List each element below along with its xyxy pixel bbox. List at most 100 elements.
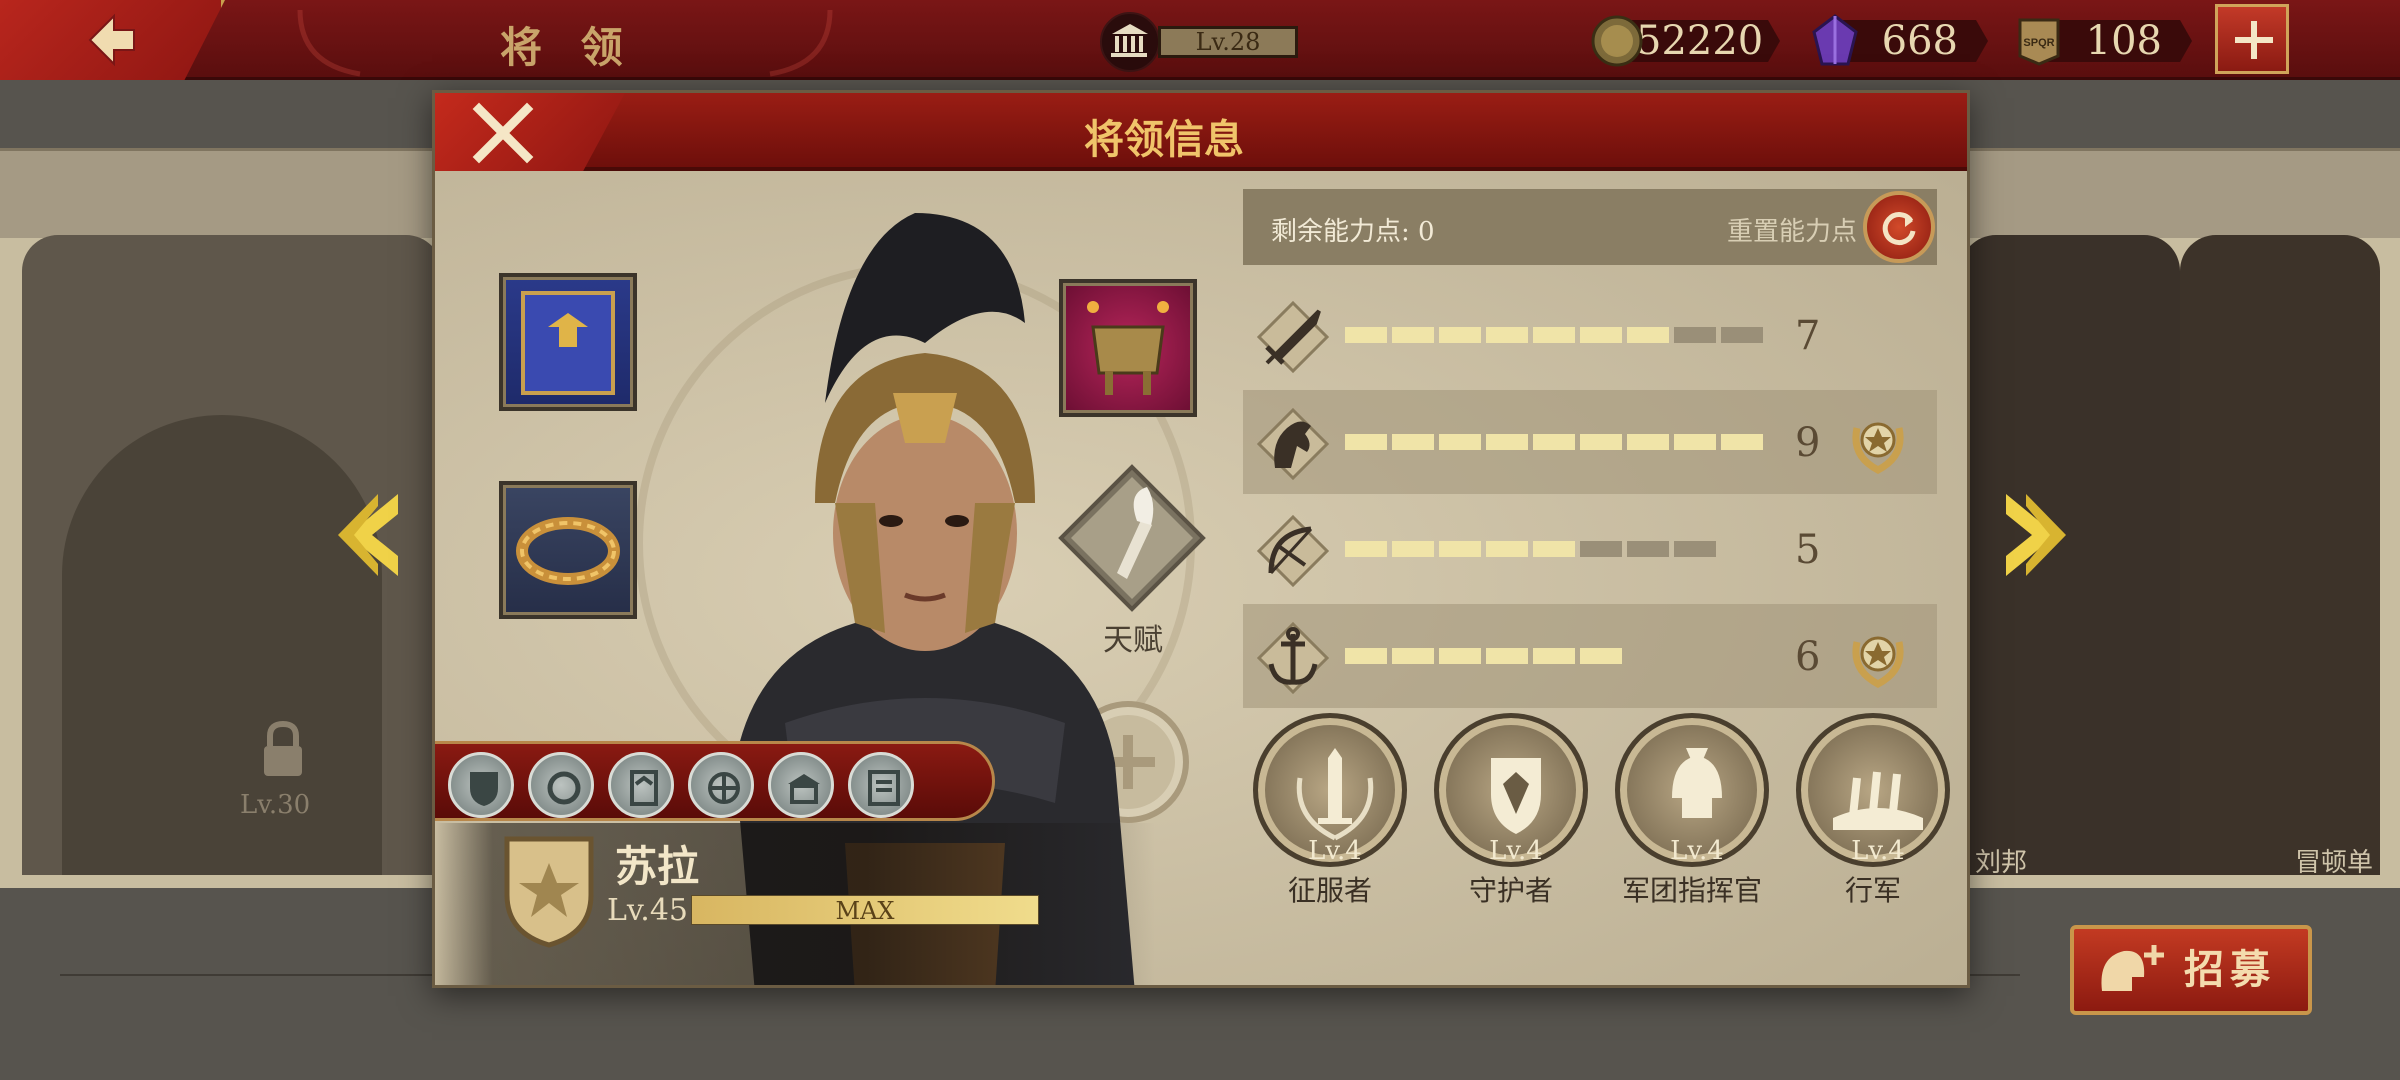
stat-segment [1486,541,1528,557]
stat-segment [1627,541,1669,557]
stat-segment [1392,648,1434,664]
stat-segment [1345,327,1387,343]
add-resource-button[interactable] [2215,4,2289,74]
medal-emblem-icon [1833,771,1923,830]
reset-points-label: 重置能力点 [1727,217,1858,247]
hero-card-liubang[interactable] [1960,235,2180,875]
back-arrow-icon [88,13,135,67]
stat-segment [1533,434,1575,450]
equip-slot-wreath[interactable] [499,481,637,619]
stat-progress [1345,327,1763,343]
back-button[interactable] [0,0,225,80]
hero-level: Lv.45 [607,893,689,928]
city-level[interactable]: Lv.28 [1100,12,1300,72]
city-level-text: Lv.28 [1158,26,1298,58]
locked-hero-level: Lv.30 [240,790,311,820]
stat-row: 5 [1243,497,1937,601]
medal-name: 守护者 [1468,874,1553,907]
compass-icon [708,772,740,804]
anchor-icon [1257,622,1329,694]
skill-slot-2[interactable] [528,752,594,818]
skill-medal[interactable]: Lv.4 守护者 [1434,713,1588,909]
stat-segment [1439,648,1481,664]
token-resource[interactable]: 108 SPQR [2012,12,2212,68]
legion-banner-icon [521,291,615,395]
gold-resource[interactable]: 52220 [1590,12,1790,68]
stat-segment [1533,327,1575,343]
spqr-banner-icon: SPQR [2018,18,2060,66]
ability-points-bar: 剩余能力点: 0 重置能力点 [1243,189,1937,265]
laurel-star-badge-icon [1852,636,1904,688]
stat-segment [1674,541,1716,557]
skill-slot-5[interactable] [768,752,834,818]
gold-amount: 52220 [1630,20,1780,62]
sword-icon [1257,301,1329,373]
medal-level: Lv.4 [1670,836,1724,866]
stat-progress [1345,541,1716,557]
medal-name: 行军 [1844,874,1901,907]
horse-icon [1257,408,1329,480]
medal-level: Lv.4 [1489,836,1543,866]
hero-name-liubang: 刘邦 [1975,848,2028,878]
recruit-label: 招募 [2184,946,2276,993]
medal-badge: Lv.4 [1253,713,1407,867]
coin-icon [1591,15,1643,67]
medal-name: 军团指挥官 [1621,874,1762,907]
skill-slot-3[interactable] [608,752,674,818]
stat-segment [1486,648,1528,664]
hero-info-modal: 将领信息 天赋 苏拉 Lv.45 MAX 剩余能力点: 0 重置能力点 7 9 … [432,90,1970,988]
prev-hero-arrow-icon[interactable] [338,490,408,580]
stat-segment [1580,327,1622,343]
hero-card-modun[interactable] [2180,235,2380,875]
page-title: 将 领 [500,23,635,72]
stat-segment [1580,648,1622,664]
reset-points-button[interactable] [1863,191,1935,263]
skill-slot-4[interactable] [688,752,754,818]
temple-icon [1100,12,1160,72]
locked-hero-silhouette [62,415,382,875]
medal-badge: Lv.4 [1796,713,1950,867]
spqr-text: SPQR [2023,37,2054,49]
laurel-wreath-icon [516,517,620,585]
temple-skill-icon [788,774,820,804]
next-hero-arrow-icon[interactable] [1996,490,2066,580]
eagle-standard-icon [630,770,658,806]
stat-value: 7 [1795,313,1821,359]
modal-title: 将领信息 [1084,116,1244,163]
rank-shield-icon [504,836,594,948]
skill-medal[interactable]: Lv.4 行军 [1796,713,1950,909]
stat-segment [1486,327,1528,343]
laurel-decoration-icon [769,9,833,77]
skill-medal[interactable]: Lv.4 征服者 [1253,713,1407,909]
stat-segment [1674,327,1716,343]
stat-segment [1439,434,1481,450]
lock-icon [264,720,302,776]
medal-emblem-icon [1296,748,1374,841]
medal-badge: Lv.4 [1434,713,1588,867]
skill-slot-6[interactable] [848,752,914,818]
stat-progress [1345,434,1763,450]
medal-emblem-icon [1491,758,1541,834]
recruit-button[interactable]: 招募 [2070,925,2312,1015]
stat-value: 6 [1795,634,1821,680]
skill-medal[interactable]: Lv.4 军团指挥官 [1615,713,1769,909]
stat-segment [1439,327,1481,343]
stat-value: 9 [1795,420,1821,466]
stat-row: 6 [1243,604,1937,708]
stat-progress [1345,648,1622,664]
gem-resource[interactable]: 668 [1808,12,2008,68]
modal-header: 将领信息 [435,93,1967,171]
hero-name-modun: 冒顿单 [2295,848,2374,878]
equip-slot-banner[interactable] [499,273,637,411]
stat-row: 9 [1243,390,1937,494]
exp-bar: MAX [691,895,1039,925]
skill-slot-1[interactable] [448,752,514,818]
stat-segment [1721,327,1763,343]
stat-segment [1533,541,1575,557]
stat-segment [1533,648,1575,664]
lion-crest-icon [547,771,581,805]
stat-segment [1721,434,1763,450]
refresh-icon [1882,212,1916,246]
stat-value: 5 [1795,527,1821,573]
medal-level: Lv.4 [1851,836,1905,866]
